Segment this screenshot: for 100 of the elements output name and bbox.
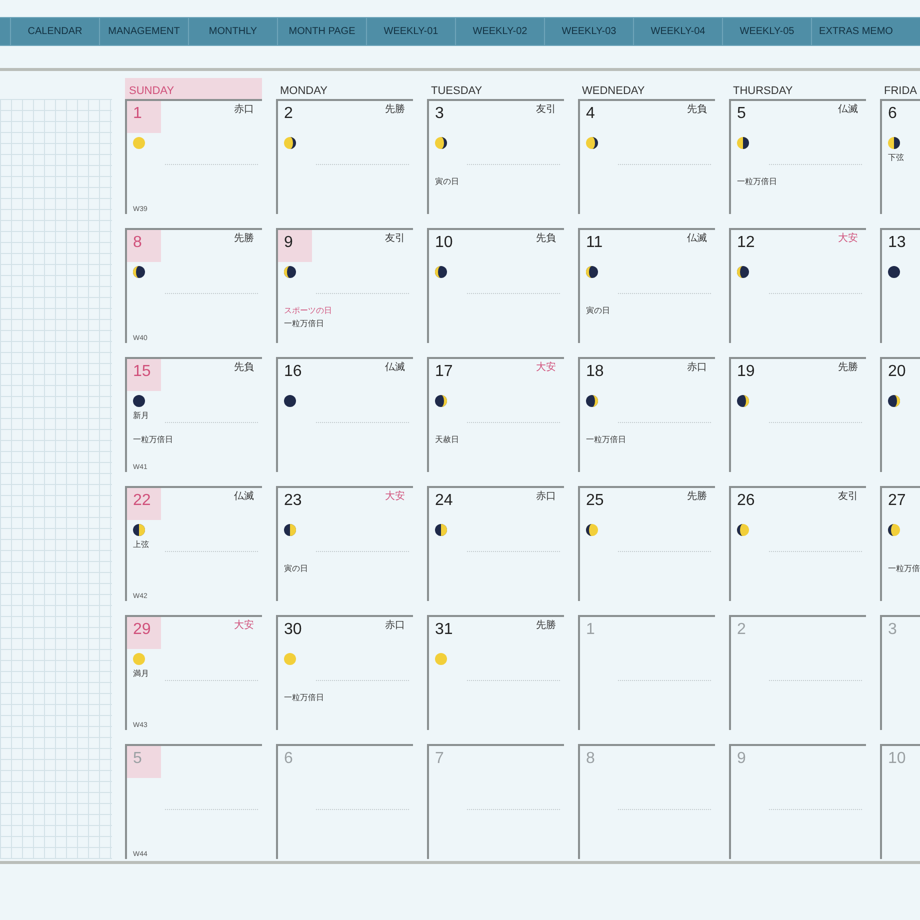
day-number: 3 <box>887 620 898 640</box>
moon-phase-icon <box>435 524 447 536</box>
rokuyo-label: 大安 <box>234 621 254 631</box>
moon-phase-icon <box>284 395 296 407</box>
weekday-header: WEDNEDAY <box>581 84 646 98</box>
day-number: 10 <box>434 233 454 253</box>
moon-phase-icon <box>435 137 447 149</box>
rokuyo-label: 先勝 <box>234 234 254 244</box>
day-number: 11 <box>585 233 604 253</box>
nav-tab[interactable]: MONTHLY <box>188 18 277 45</box>
rokuyo-label: 先勝 <box>838 363 858 373</box>
moon-phase-icon <box>586 137 598 149</box>
day-cell[interactable]: 5 仏滅 一粒万倍日 <box>729 99 866 214</box>
rokuyo-label: 大安 <box>385 492 405 502</box>
rokuyo-label: 大安 <box>536 363 556 373</box>
day-number: 13 <box>887 233 907 253</box>
day-cell[interactable]: 16 仏滅 <box>276 357 413 472</box>
day-number: 18 <box>585 362 605 382</box>
day-number: 5 <box>736 104 747 124</box>
day-note: 一粒万倍日 <box>284 693 324 703</box>
day-number: 26 <box>736 491 756 511</box>
nav-tab[interactable]: WEEKLY-01 <box>366 18 455 45</box>
day-number: 17 <box>434 362 454 382</box>
day-cell[interactable]: 27 一粒万倍 <box>880 486 920 601</box>
day-number: 23 <box>283 491 303 511</box>
weekday-header: MONDAY <box>279 84 328 98</box>
day-note: 一粒万倍日 <box>133 435 173 445</box>
moon-phase-label: 満月 <box>133 670 149 678</box>
rokuyo-label: 友引 <box>536 105 556 115</box>
day-number: 12 <box>736 233 756 253</box>
day-number: 25 <box>585 491 605 511</box>
day-note: 一粒万倍日 <box>586 435 626 445</box>
weekday-header: THURSDAY <box>732 84 794 98</box>
day-number: 30 <box>283 620 303 640</box>
day-number: 2 <box>736 620 747 640</box>
day-cell[interactable]: 25 先勝 <box>578 486 715 601</box>
moon-phase-icon <box>133 653 145 665</box>
day-cell[interactable]: 31 先勝 <box>427 615 564 730</box>
rokuyo-label: 仏滅 <box>234 492 254 502</box>
moon-phase-icon <box>737 395 749 407</box>
day-number: 8 <box>127 230 161 262</box>
day-number: 5 <box>127 746 161 778</box>
day-number: 3 <box>434 104 445 124</box>
day-number: 20 <box>887 362 907 382</box>
day-cell[interactable]: 26 友引 <box>729 486 866 601</box>
rokuyo-label: 先勝 <box>536 621 556 631</box>
moon-phase-icon <box>284 137 296 149</box>
moon-phase-icon <box>888 137 900 149</box>
day-note: 一粒万倍日 <box>737 177 777 187</box>
day-number: 8 <box>585 749 596 769</box>
nav-tab[interactable]: CALENDAR <box>10 18 99 45</box>
day-cell[interactable]: 18 赤口 一粒万倍日 <box>578 357 715 472</box>
rokuyo-label: 先勝 <box>385 105 405 115</box>
day-note: スポーツの日 <box>284 306 332 316</box>
day-cell[interactable]: 9 友引 スポーツの日 一粒万倍日 <box>276 228 413 343</box>
day-note: 寅の日 <box>435 177 459 187</box>
nav-tab[interactable]: MANAGEMENT <box>99 18 188 45</box>
moon-phase-icon <box>586 395 598 407</box>
day-number: 24 <box>434 491 454 511</box>
day-cell[interactable]: 23 大安 寅の日 <box>276 486 413 601</box>
day-number: 2 <box>283 104 294 124</box>
day-cell[interactable]: 13 <box>880 228 920 343</box>
day-number: 10 <box>887 749 907 769</box>
day-cell[interactable]: 4 先負 <box>578 99 715 214</box>
nav-tab[interactable]: WEEKLY-04 <box>633 18 722 45</box>
moon-phase-icon <box>586 524 598 536</box>
moon-phase-label: 下弦 <box>888 154 904 162</box>
moon-phase-icon <box>435 653 447 665</box>
nav-tab[interactable]: EXTRAS MEMO <box>811 18 900 45</box>
day-cell[interactable]: 2 先勝 <box>276 99 413 214</box>
moon-phase-icon <box>133 266 145 278</box>
moon-phase-icon <box>435 395 447 407</box>
moon-phase-label: 新月 <box>133 412 149 420</box>
nav-tab[interactable]: MONTH PAGE <box>277 18 366 45</box>
weekday-header: SUNDAY <box>125 78 262 99</box>
day-cell[interactable]: 3 友引 寅の日 <box>427 99 564 214</box>
rokuyo-label: 赤口 <box>385 621 405 631</box>
nav-tab[interactable]: WEEKLY-03 <box>544 18 633 45</box>
day-number: 6 <box>283 749 294 769</box>
moon-phase-icon <box>888 524 900 536</box>
day-number: 6 <box>887 104 898 124</box>
day-cell[interactable]: 6 下弦 <box>880 99 920 214</box>
day-cell[interactable]: 24 赤口 <box>427 486 564 601</box>
day-note: 寅の日 <box>586 306 610 316</box>
day-number: 7 <box>434 749 445 769</box>
day-note: 寅の日 <box>284 564 308 574</box>
day-cell[interactable]: 11 仏滅 寅の日 <box>578 228 715 343</box>
moon-phase-icon <box>284 653 296 665</box>
day-cell[interactable]: 12 大安 <box>729 228 866 343</box>
day-cell[interactable]: 20 <box>880 357 920 472</box>
day-number: 31 <box>434 620 454 640</box>
day-cell[interactable]: 10 先負 <box>427 228 564 343</box>
day-number: 22 <box>127 488 161 520</box>
nav-tab[interactable]: WEEKLY-02 <box>455 18 544 45</box>
day-cell[interactable]: 19 先勝 <box>729 357 866 472</box>
rokuyo-label: 仏滅 <box>385 363 405 373</box>
day-number: 19 <box>736 362 756 382</box>
nav-tab[interactable]: WEEKLY-05 <box>722 18 811 45</box>
day-cell[interactable]: 30 赤口 一粒万倍日 <box>276 615 413 730</box>
day-cell[interactable]: 17 大安 天赦日 <box>427 357 564 472</box>
